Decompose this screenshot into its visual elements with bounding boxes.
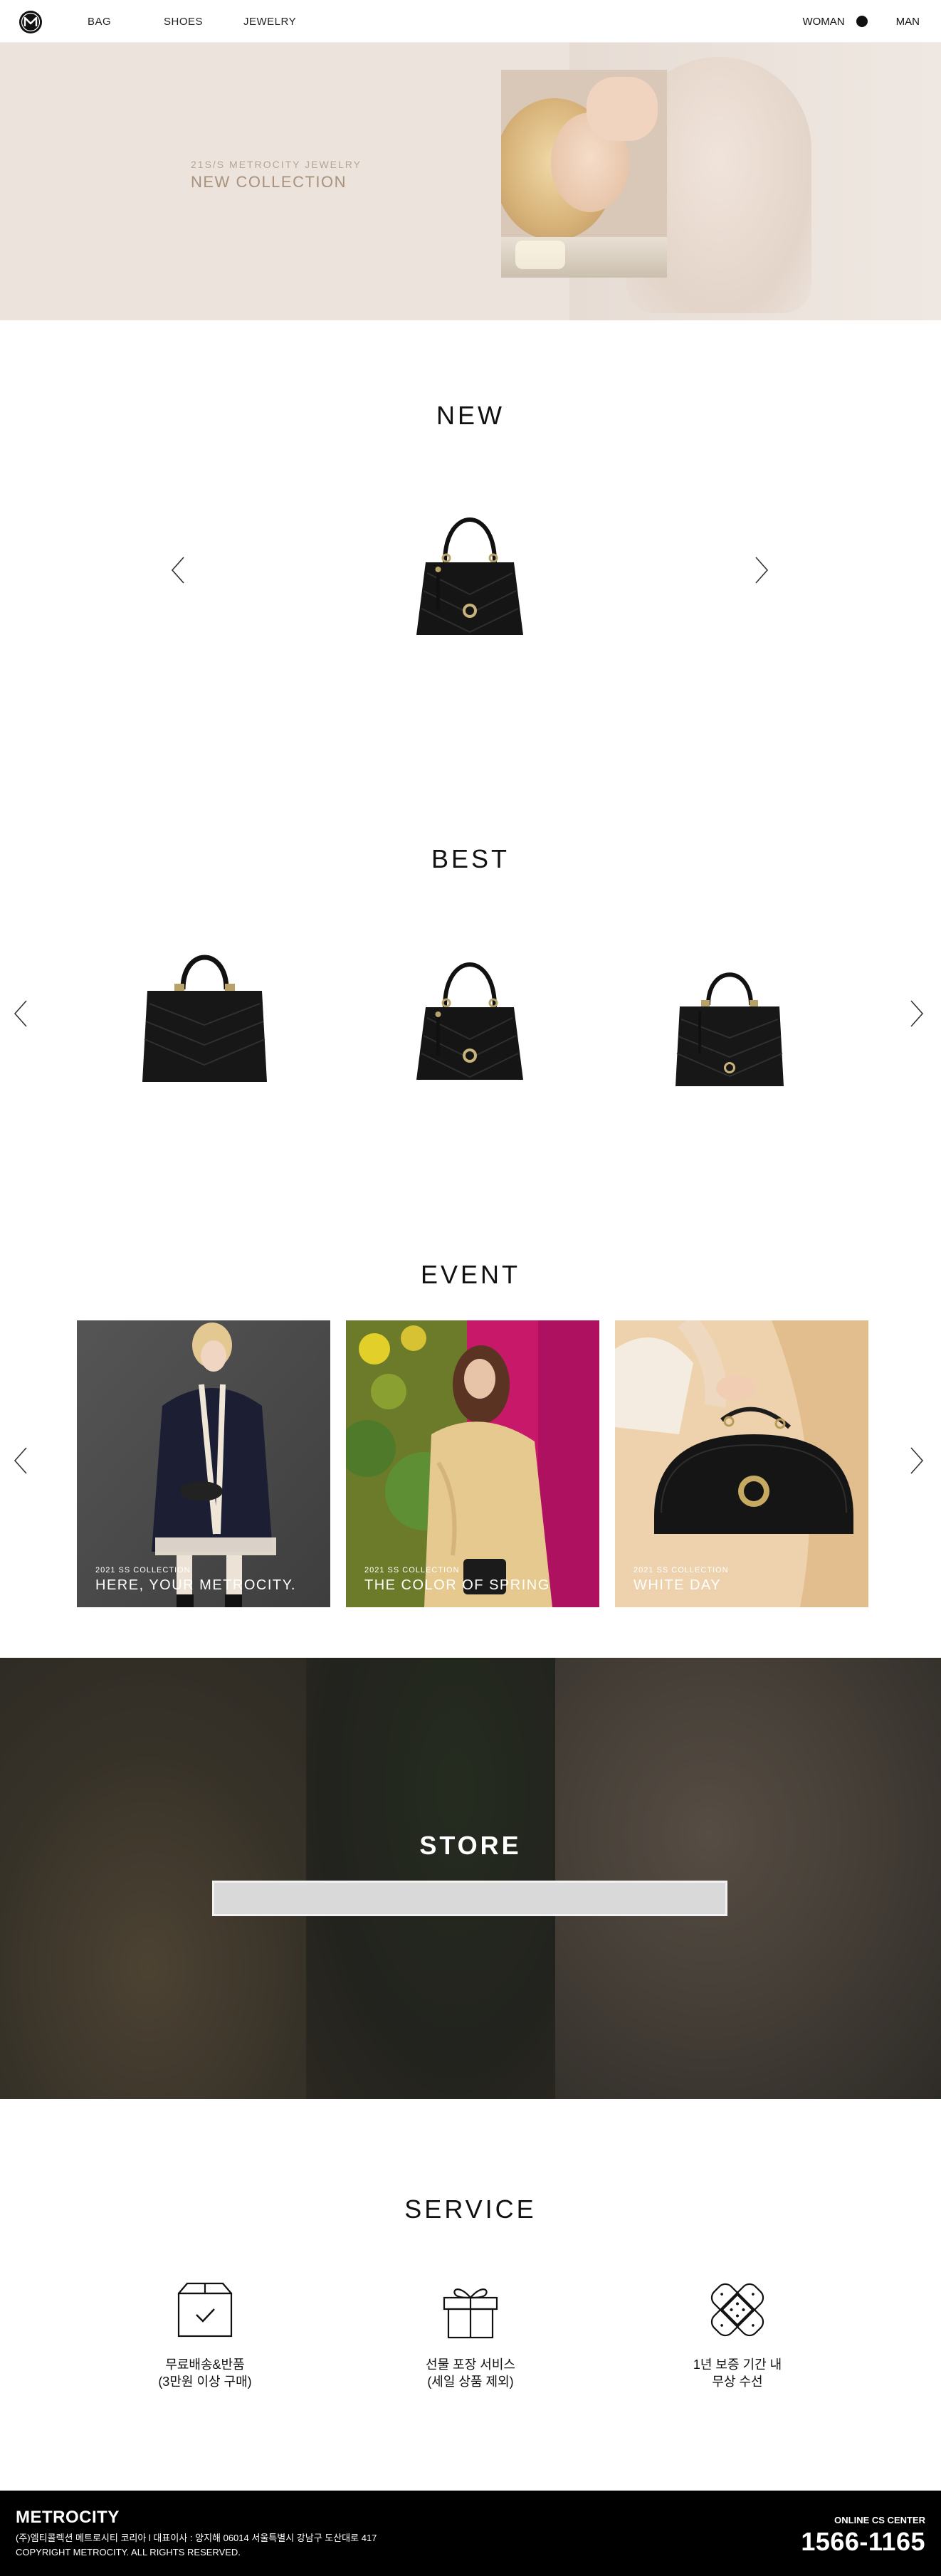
best-next-arrow[interactable] (905, 998, 927, 1029)
store-section: STORE (0, 1658, 941, 2099)
store-dark-overlay (0, 1658, 941, 2099)
service-section-title: SERVICE (404, 2194, 537, 2224)
event-card-3-image (615, 1320, 868, 1607)
event-prev-arrow[interactable] (11, 1445, 32, 1476)
service-item-free-delivery-label: 무료배송&반품 (3만원 이상 구매) (158, 2357, 252, 2389)
hero-model-photo (501, 70, 667, 278)
service-item-repair: 1년 보증 기간 내 무상 수선 (645, 2278, 830, 2390)
best-section-title: BEST (431, 844, 510, 873)
nav-bag[interactable]: BAG (88, 16, 111, 28)
new-product-bag[interactable] (406, 477, 534, 648)
event-section-title: EVENT (420, 1260, 521, 1289)
site-footer: METROCITY (주)엠티콜렉션 메트로시티 코리아 l 대표이사 : 양지… (0, 2491, 941, 2576)
footer-copyright: COPYRIGHT METROCITY. ALL RIGHTS RESERVED… (16, 2547, 241, 2557)
hero-banner[interactable]: 21S/S METROCITY JEWELRY NEW COLLECTION (0, 43, 941, 320)
gender-toggle[interactable] (851, 13, 889, 30)
event-card-3-tag: 2021 SS COLLECTION (634, 1566, 729, 1574)
repair-bandage-icon (710, 2283, 764, 2337)
service-item-gift-wrap-label: 선물 포장 서비스 (세일 상품 제외) (426, 2357, 515, 2389)
new-next-arrow[interactable] (750, 554, 772, 586)
footer-cs-number[interactable]: 1566-1165 (801, 2527, 925, 2557)
service-item-repair-label: 1년 보증 기간 내 무상 수선 (693, 2357, 782, 2389)
event-card-3-caption: WHITE DAY (634, 1577, 722, 1593)
footer-cs-label: ONLINE CS CENTER (834, 2515, 925, 2525)
toggle-knob (856, 16, 868, 27)
best-product-bag-2[interactable] (406, 922, 534, 1093)
store-section-title: STORE (419, 1831, 522, 1860)
store-search-input[interactable] (212, 1881, 727, 1916)
event-card-3[interactable]: 2021 SS COLLECTION WHITE DAY (615, 1320, 868, 1607)
event-card-2-image (346, 1320, 599, 1607)
event-card-2-tag: 2021 SS COLLECTION (364, 1566, 460, 1574)
nav-jewelry[interactable]: JEWELRY (243, 16, 296, 28)
event-card-1-image (77, 1320, 330, 1607)
gender-switch: WOMAN MAN (802, 13, 920, 30)
event-card-1-tag: 2021 SS COLLECTION (95, 1566, 191, 1574)
best-product-bag-1[interactable] (139, 940, 270, 1089)
gender-woman-label[interactable]: WOMAN (802, 16, 844, 28)
best-product-bag-3[interactable] (673, 954, 787, 1093)
service-item-gift-wrap: 선물 포장 서비스 (세일 상품 제외) (378, 2278, 563, 2390)
gift-box-icon (443, 2288, 498, 2339)
event-next-arrow[interactable] (905, 1445, 927, 1476)
gender-man-label[interactable]: MAN (896, 16, 920, 28)
event-card-2-caption: THE COLOR OF SPRING (364, 1577, 550, 1593)
footer-info-line-1: (주)엠티콜렉션 메트로시티 코리아 l 대표이사 : 양지해 06014 서울… (16, 2533, 377, 2543)
nav-shoes[interactable]: SHOES (164, 16, 203, 28)
event-card-2[interactable]: 2021 SS COLLECTION THE COLOR OF SPRING (346, 1320, 599, 1607)
site-header: BAG SHOES JEWELRY WOMAN MAN (0, 0, 941, 43)
footer-brand: METROCITY (16, 2508, 120, 2527)
delivery-box-icon (177, 2282, 233, 2338)
new-section-title: NEW (436, 401, 505, 430)
hero-eyebrow: 21S/S METROCITY JEWELRY (191, 159, 362, 170)
footer-company-info: (주)엠티콜렉션 메트로시티 코리아 l 대표이사 : 양지해 06014 서울… (16, 2531, 377, 2560)
metrocity-logo[interactable] (19, 10, 43, 34)
new-prev-arrow[interactable] (168, 554, 189, 586)
hero-title: NEW COLLECTION (191, 173, 347, 191)
best-prev-arrow[interactable] (11, 998, 32, 1029)
event-card-1-caption: HERE, YOUR METROCITY. (95, 1577, 296, 1593)
event-card-1[interactable]: 2021 SS COLLECTION HERE, YOUR METROCITY. (77, 1320, 330, 1607)
service-item-free-delivery: 무료배송&반품 (3만원 이상 구매) (112, 2278, 298, 2390)
